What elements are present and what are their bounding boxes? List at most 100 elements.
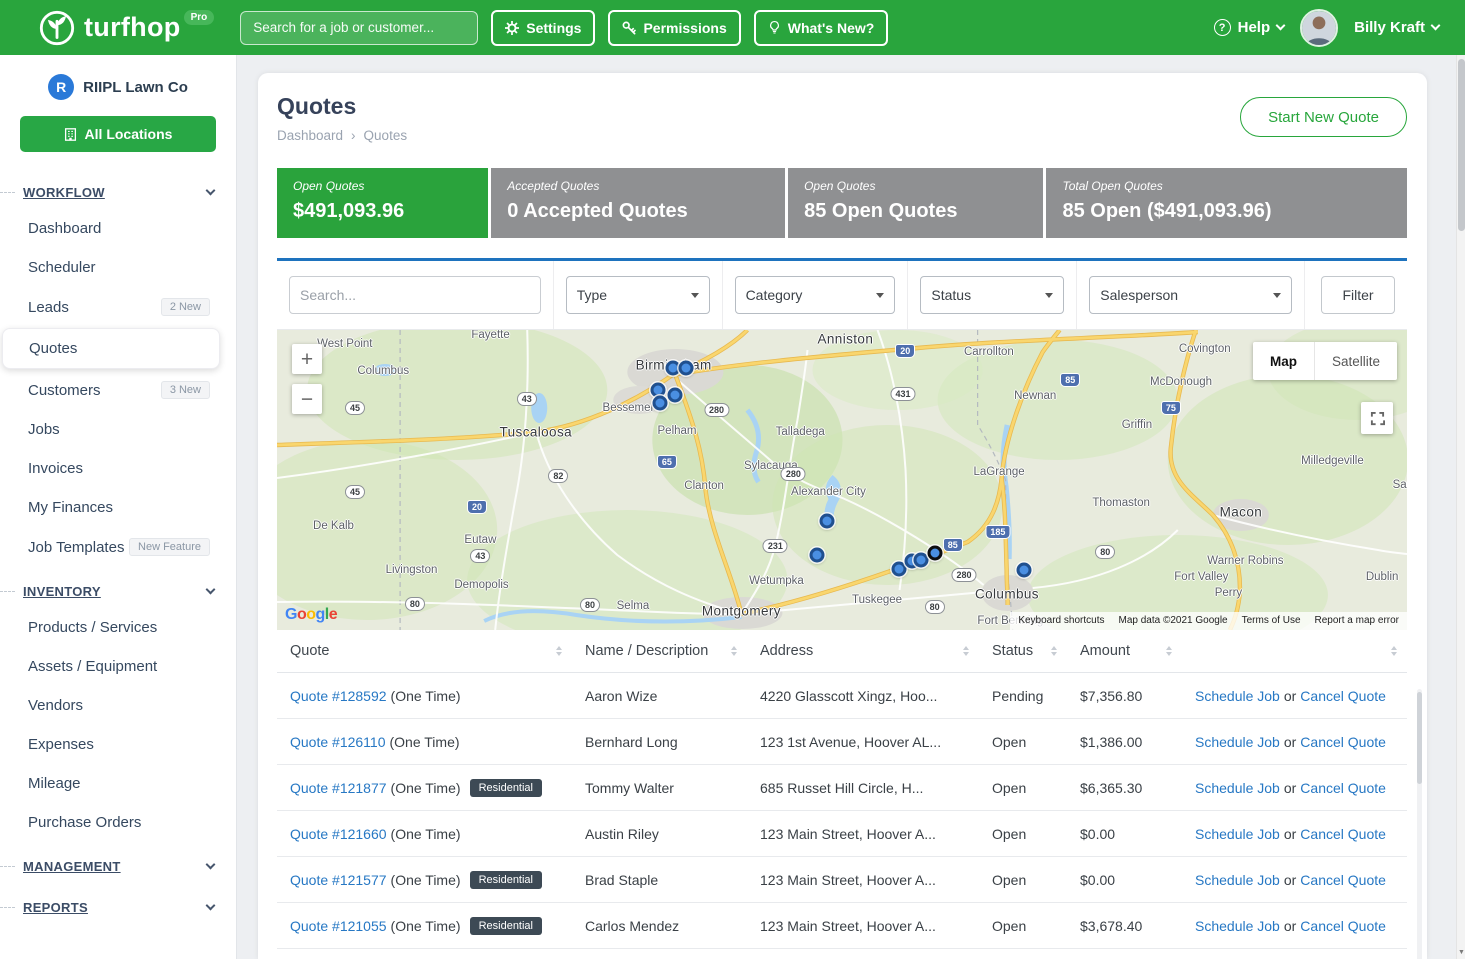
page-scrollbar[interactable]: ▼ [1456, 55, 1465, 959]
sidebar-item-job-templates[interactable]: Job TemplatesNew Feature [0, 527, 236, 567]
cancel-quote-link[interactable]: Cancel Quote [1300, 688, 1386, 704]
cancel-quote-link[interactable]: Cancel Quote [1300, 780, 1386, 796]
settings-button[interactable]: Settings [491, 10, 595, 46]
table-scrollbar-thumb[interactable] [1417, 692, 1422, 784]
map-marker[interactable] [667, 388, 682, 403]
map[interactable]: West PointFayetteColumbusTuscaloosaBirmi… [277, 330, 1407, 630]
sidebar-item-purchase-orders[interactable]: Purchase Orders [0, 803, 236, 842]
schedule-job-link[interactable]: Schedule Job [1195, 688, 1280, 704]
table-scrollbar[interactable] [1417, 689, 1422, 959]
cancel-quote-link[interactable]: Cancel Quote [1300, 734, 1386, 750]
terms-of-use-link[interactable]: Terms of Use [1242, 615, 1301, 626]
brand-logo[interactable]: turfhop Pro [38, 9, 214, 47]
sidebar-item-quotes[interactable]: Quotes [2, 328, 220, 369]
sidebar-item-products-services[interactable]: Products / Services [0, 608, 236, 647]
schedule-job-link[interactable]: Schedule Job [1195, 734, 1280, 750]
start-new-quote-button[interactable]: Start New Quote [1240, 97, 1407, 137]
quotes-search-input[interactable] [289, 276, 541, 314]
map-marker[interactable] [653, 395, 668, 410]
sidebar-item-invoices[interactable]: Invoices [0, 449, 236, 488]
address-cell: 123 Main Street, Hoover A... [747, 826, 979, 842]
sidebar-item-scheduler[interactable]: Scheduler [0, 248, 236, 287]
cancel-quote-link[interactable]: Cancel Quote [1300, 826, 1386, 842]
col-header-name-description[interactable]: Name / Description [572, 630, 747, 672]
schedule-job-link[interactable]: Schedule Job [1195, 780, 1280, 796]
col-header-actions[interactable] [1182, 630, 1407, 672]
all-locations-button[interactable]: All Locations [20, 116, 216, 152]
company-selector[interactable]: R RIIPL Lawn Co [0, 55, 236, 104]
stat-open-quotes-amount[interactable]: Open Quotes $491,093.96 [277, 168, 488, 238]
map-zoom-in-button[interactable]: + [292, 344, 322, 374]
quote-link[interactable]: Quote #121055 [290, 918, 387, 934]
scroll-down-arrow-icon[interactable]: ▼ [1457, 947, 1465, 959]
map-type-satellite-button[interactable]: Satellite [1314, 342, 1397, 380]
col-label: Status [992, 643, 1033, 659]
col-header-address[interactable]: Address [747, 630, 979, 672]
user-menu[interactable]: Billy Kraft [1354, 19, 1439, 36]
quote-link[interactable]: Quote #121877 [290, 780, 387, 796]
map-marker[interactable] [810, 548, 825, 563]
global-search-input[interactable] [240, 11, 478, 45]
help-menu[interactable]: ? Help [1214, 19, 1285, 36]
col-header-amount[interactable]: Amount [1067, 630, 1182, 672]
status-cell: Open [979, 918, 1067, 934]
address-cell: 685 Russet Hill Circle, H... [747, 780, 979, 796]
cancel-quote-link[interactable]: Cancel Quote [1300, 918, 1386, 934]
sidebar-item-leads[interactable]: Leads2 New [0, 287, 236, 327]
chevron-down-icon [876, 293, 884, 298]
map-marker[interactable] [927, 545, 942, 560]
sidebar-item-customers[interactable]: Customers3 New [0, 370, 236, 410]
sidebar-section-inventory[interactable]: INVENTORY [0, 575, 236, 608]
schedule-job-link[interactable]: Schedule Job [1195, 872, 1280, 888]
schedule-job-link[interactable]: Schedule Job [1195, 826, 1280, 842]
actions-conjunction: or [1284, 872, 1296, 888]
page-scrollbar-thumb[interactable] [1458, 59, 1465, 231]
user-avatar[interactable] [1300, 9, 1338, 47]
map-fullscreen-button[interactable] [1361, 402, 1393, 434]
quote-link[interactable]: Quote #121577 [290, 872, 387, 888]
stat-total-open[interactable]: Total Open Quotes 85 Open ($491,093.96) [1046, 168, 1407, 238]
quote-type-label: (One Time) [391, 826, 461, 842]
sidebar-item-vendors[interactable]: Vendors [0, 686, 236, 725]
sidebar-item-expenses[interactable]: Expenses [0, 725, 236, 764]
permissions-button[interactable]: Permissions [608, 10, 740, 46]
salesperson-select[interactable]: Salesperson [1089, 276, 1292, 314]
map-type-map-button[interactable]: Map [1253, 342, 1314, 380]
table-body: Quote #128592(One Time)Aaron Wize4220 Gl… [277, 673, 1407, 949]
map-marker[interactable] [679, 361, 694, 376]
quote-link[interactable]: Quote #121660 [290, 826, 387, 842]
pro-badge: Pro [184, 10, 215, 25]
category-select[interactable]: Category [735, 276, 896, 314]
schedule-job-link[interactable]: Schedule Job [1195, 918, 1280, 934]
breadcrumb-dashboard[interactable]: Dashboard [277, 128, 343, 143]
report-map-error-link[interactable]: Report a map error [1315, 615, 1399, 626]
type-select[interactable]: Type [566, 276, 710, 314]
col-header-status[interactable]: Status [979, 630, 1067, 672]
stat-open-quotes-count[interactable]: Open Quotes 85 Open Quotes [788, 168, 1043, 238]
sidebar-item-jobs[interactable]: Jobs [0, 410, 236, 449]
quote-link[interactable]: Quote #126110 [290, 734, 386, 750]
sidebar-item-mileage[interactable]: Mileage [0, 764, 236, 803]
map-marker[interactable] [914, 553, 929, 568]
whats-new-button[interactable]: What's New? [754, 10, 889, 46]
cancel-quote-link[interactable]: Cancel Quote [1300, 872, 1386, 888]
map-zoom-out-button[interactable]: − [292, 384, 322, 414]
sidebar-item-assets-equipment[interactable]: Assets / Equipment [0, 647, 236, 686]
chevron-down-icon [206, 860, 216, 870]
sidebar-section-workflow[interactable]: WORKFLOW [0, 176, 236, 209]
map-marker[interactable] [891, 562, 906, 577]
map-marker[interactable] [820, 514, 835, 529]
keyboard-shortcuts-link[interactable]: Keyboard shortcuts [1018, 615, 1104, 626]
filter-button[interactable]: Filter [1321, 276, 1395, 314]
map-marker[interactable] [1016, 563, 1031, 578]
sidebar-section-reports[interactable]: REPORTS [0, 891, 236, 924]
sidebar-item-my-finances[interactable]: My Finances [0, 488, 236, 527]
col-header-quote[interactable]: Quote [277, 630, 572, 672]
chevron-down-icon [206, 186, 216, 196]
status-select[interactable]: Status [920, 276, 1064, 314]
quote-link[interactable]: Quote #128592 [290, 688, 387, 704]
google-logo[interactable]: Google [285, 606, 337, 624]
sidebar-section-management[interactable]: MANAGEMENT [0, 850, 236, 883]
stat-accepted-quotes[interactable]: Accepted Quotes 0 Accepted Quotes [491, 168, 785, 238]
sidebar-item-dashboard[interactable]: Dashboard [0, 209, 236, 248]
